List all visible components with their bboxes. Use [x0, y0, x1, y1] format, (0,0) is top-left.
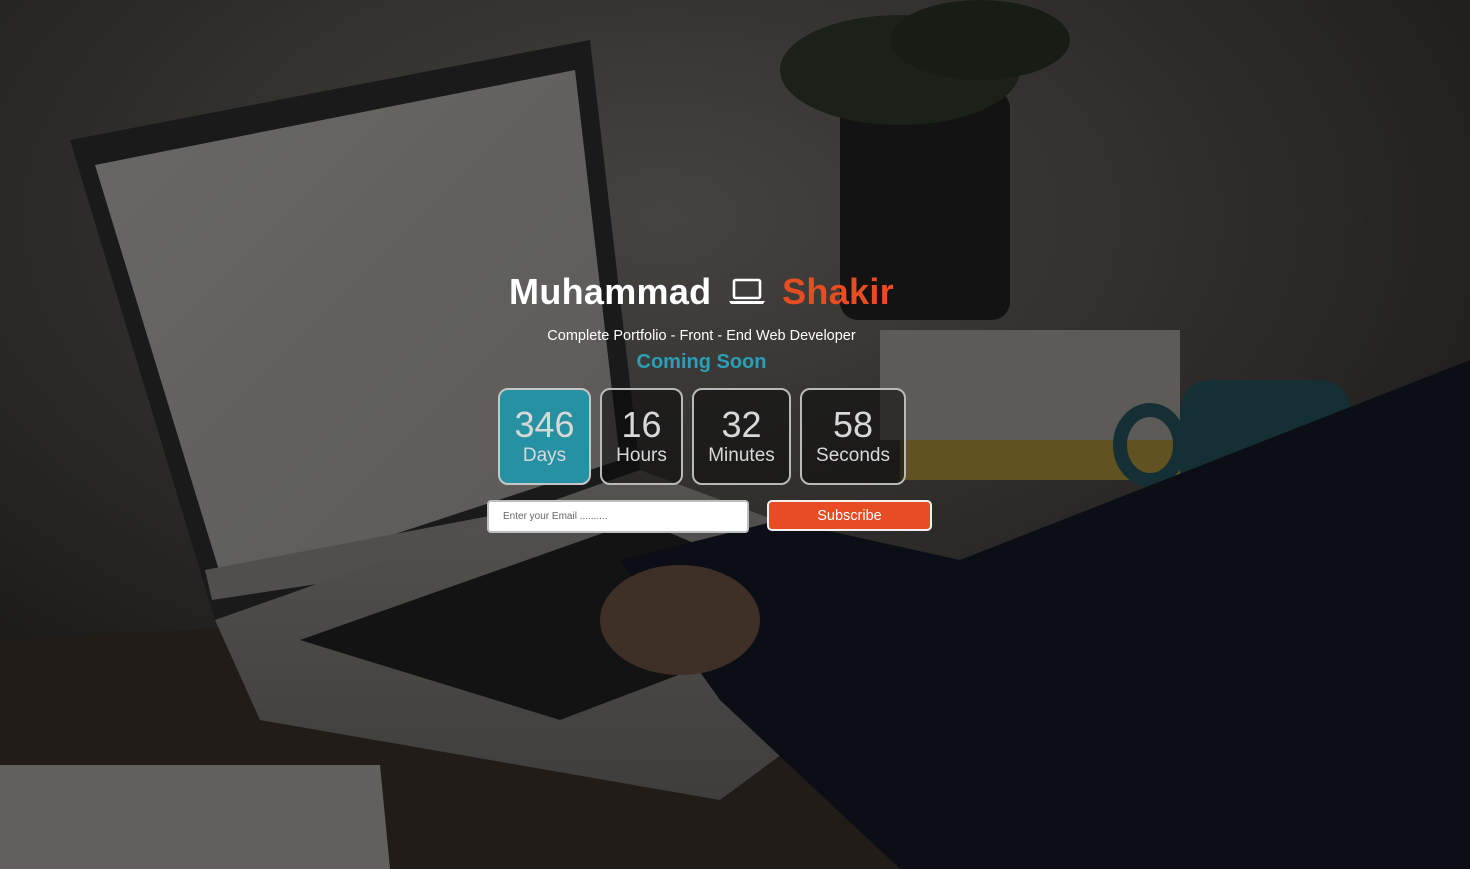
title-last-name: Shakir: [782, 271, 894, 312]
coming-soon-panel: Muhammad Shakir Complete Portfolio - Fro…: [0, 0, 1470, 869]
subtitle: Complete Portfolio - Front - End Web Dev…: [547, 328, 856, 344]
countdown-days-value: 346: [514, 404, 575, 445]
countdown-hours-value: 16: [621, 404, 662, 445]
countdown-seconds-unit: Seconds: [816, 445, 890, 466]
countdown-minutes-unit: Minutes: [708, 445, 775, 466]
countdown-seconds-value: 58: [832, 404, 874, 445]
countdown-hours-unit: Hours: [616, 445, 667, 466]
countdown-minutes: 32 Minutes: [692, 388, 791, 485]
page: Muhammad Shakir Complete Portfolio - Fro…: [0, 0, 1470, 869]
countdown-minutes-value: 32: [721, 404, 762, 445]
subscribe-button[interactable]: Subscribe: [767, 500, 932, 531]
title-first-name: Muhammad: [509, 271, 712, 312]
coming-soon-label: Coming Soon: [636, 351, 767, 373]
countdown-days: 346 Days: [498, 388, 591, 485]
email-input[interactable]: [487, 500, 749, 533]
countdown-hours: 16 Hours: [600, 388, 683, 485]
countdown-days-unit: Days: [522, 445, 567, 466]
countdown-seconds: 58 Seconds: [800, 388, 906, 485]
page-title: Muhammad Shakir: [0, 270, 1403, 314]
laptop-icon: [728, 273, 766, 304]
